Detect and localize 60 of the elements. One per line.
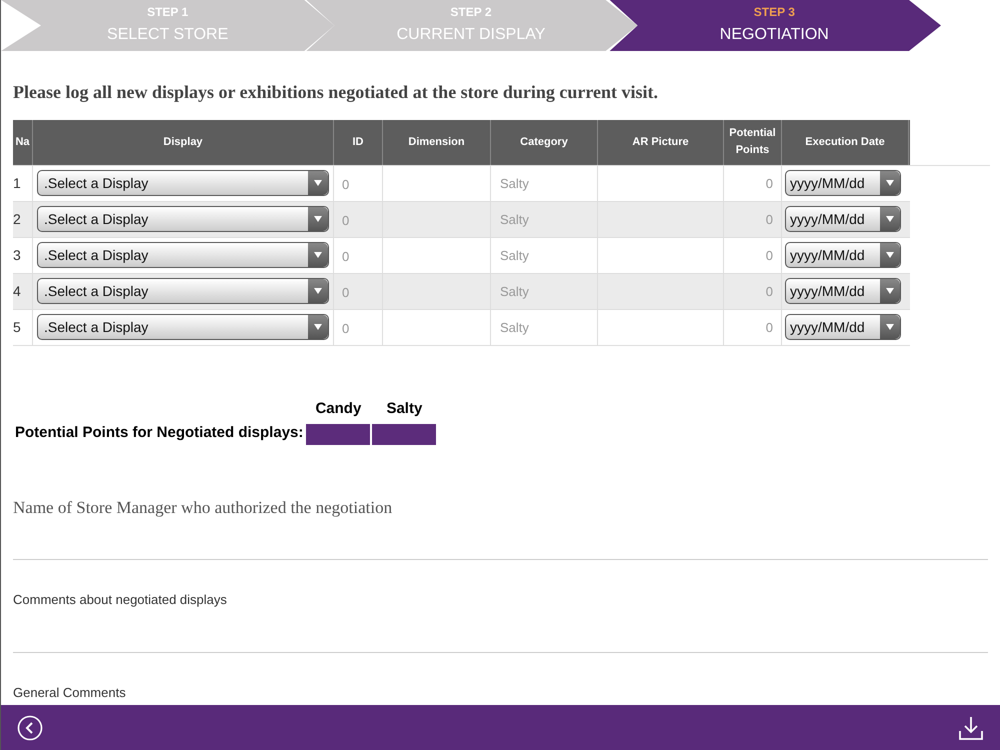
table-cell: 0 xyxy=(724,310,782,345)
points-heading: Candy xyxy=(315,398,362,419)
column-header: Category xyxy=(491,120,598,165)
display-select[interactable]: .Select a Display xyxy=(37,278,329,304)
display-select[interactable]: .Select a Display xyxy=(37,242,329,268)
date-select[interactable]: yyyy/MM/dd xyxy=(785,170,901,196)
download-icon[interactable] xyxy=(958,714,984,740)
instruction-text: Please log all new displays or exhibitions negotiated at the store during current visit. xyxy=(13,80,660,104)
display-select[interactable]: .Select a Display xyxy=(37,314,329,340)
date-select[interactable]: yyyy/MM/dd xyxy=(785,206,901,232)
column-header: Potential Points xyxy=(724,120,782,165)
dropdown-caret-icon xyxy=(308,243,328,268)
table-cell: Salty xyxy=(491,166,598,201)
dropdown-caret-icon xyxy=(308,279,328,304)
field-label: Name of Store Manager who authorized the negotiation xyxy=(13,498,392,518)
display-select[interactable]: .Select a Display xyxy=(37,206,329,232)
points-value-box xyxy=(306,424,370,446)
table-cell: 0 xyxy=(334,166,383,201)
row-number: 5 xyxy=(13,310,33,345)
column-header: Dimension xyxy=(383,120,491,165)
column-header: AR Picture xyxy=(598,120,724,165)
step-tab[interactable]: STEP 3 NEGOTIATION xyxy=(608,0,941,51)
row-number: 1 xyxy=(13,166,33,201)
table-cell: 0 xyxy=(724,238,782,273)
points-value-box xyxy=(372,424,436,446)
table-cell: Salty xyxy=(491,202,598,237)
row-number: 2 xyxy=(13,202,33,237)
date-select[interactable]: yyyy/MM/dd xyxy=(785,314,901,340)
dropdown-caret-icon xyxy=(880,315,900,340)
field-label: Comments about negotiated displays xyxy=(13,592,227,608)
date-select[interactable]: yyyy/MM/dd xyxy=(785,242,901,268)
table-cell: 0 xyxy=(724,202,782,237)
column-header: Execution Date xyxy=(782,120,909,165)
row-number: 4 xyxy=(13,274,33,309)
display-select[interactable]: .Select a Display xyxy=(37,170,329,196)
table-cell: 0 xyxy=(334,202,383,237)
dropdown-caret-icon xyxy=(308,207,328,232)
row-number: 3 xyxy=(13,238,33,273)
table-cell: 0 xyxy=(334,274,383,309)
back-icon[interactable] xyxy=(17,714,43,740)
date-select[interactable]: yyyy/MM/dd xyxy=(785,278,901,304)
dropdown-caret-icon xyxy=(880,279,900,304)
column-header: ID xyxy=(334,120,383,165)
table-cell: 0 xyxy=(724,166,782,201)
column-header: Display xyxy=(33,120,334,165)
dropdown-caret-icon xyxy=(308,171,328,196)
table-cell: 0 xyxy=(334,310,383,345)
field-label: General Comments xyxy=(13,685,126,700)
table-cell: Salty xyxy=(491,310,598,345)
table-cell: Salty xyxy=(491,238,598,273)
dropdown-caret-icon xyxy=(880,171,900,196)
points-label: Potential Points for Negotiated displays: xyxy=(15,422,304,443)
table-cell: Salty xyxy=(491,274,598,309)
dropdown-caret-icon xyxy=(308,315,328,340)
column-header: Na xyxy=(13,120,33,165)
table-cell: 0 xyxy=(334,238,383,273)
points-heading: Salty xyxy=(386,398,422,419)
dropdown-caret-icon xyxy=(880,207,900,232)
dropdown-caret-icon xyxy=(880,243,900,268)
table-cell: 0 xyxy=(724,274,782,309)
